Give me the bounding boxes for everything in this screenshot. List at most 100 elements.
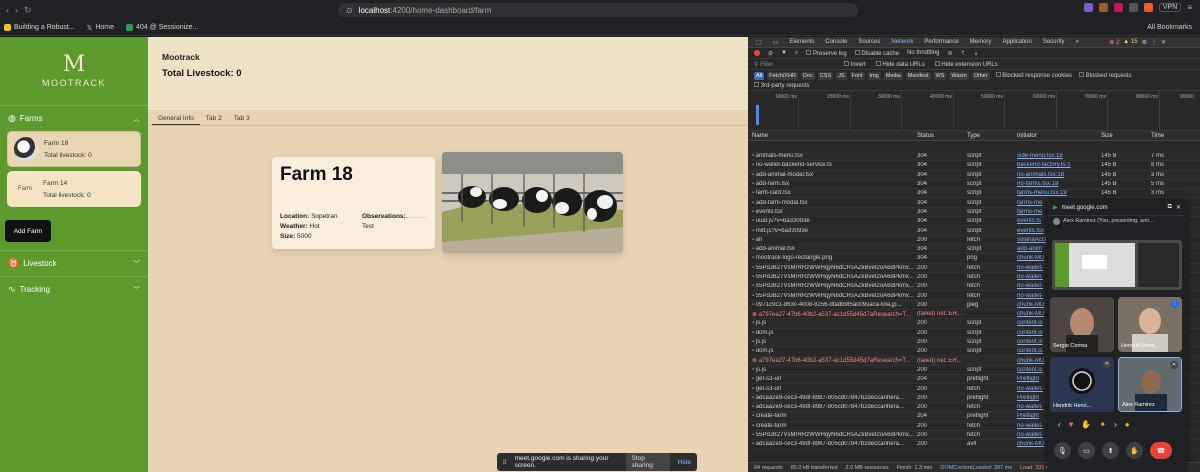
devtools-tab[interactable]: Console bbox=[825, 39, 847, 45]
meet-pip-window[interactable]: ▶ meet.google.com ⧉ ✕ Alex Ramirez (You,… bbox=[1048, 200, 1186, 472]
chip-img[interactable]: Img bbox=[867, 71, 881, 80]
filter-icon[interactable]: ▼ bbox=[781, 50, 787, 56]
devtools-tab[interactable]: Performance bbox=[924, 39, 958, 45]
hide-button[interactable]: Hide bbox=[678, 459, 691, 466]
column-header[interactable]: Status bbox=[917, 133, 967, 139]
network-request-row[interactable]: ▪ animals-menu.tsx 304 script side-menu.tsx… bbox=[748, 152, 1200, 162]
present-icon[interactable]: ⬆ bbox=[1102, 442, 1119, 459]
inspect-icon[interactable]: ⬚ bbox=[756, 39, 762, 46]
extension-icon[interactable] bbox=[1143, 3, 1153, 12]
tab-3[interactable]: Tab 3 bbox=[228, 112, 256, 125]
raise-hand-icon[interactable]: ✋ bbox=[1126, 442, 1143, 459]
close-icon[interactable]: ✕ bbox=[1176, 204, 1181, 211]
clear-icon[interactable]: ⊘ bbox=[768, 50, 773, 57]
request-initiator[interactable]: side-menu.tsx:18 bbox=[1017, 153, 1101, 159]
blocked-cookies-checkbox[interactable]: Blocked response cookies bbox=[995, 72, 1072, 79]
chip-all[interactable]: All bbox=[754, 71, 765, 80]
chip-font[interactable]: Font bbox=[849, 71, 865, 80]
sidebar-section-farms[interactable]: ◍ Farms ︿ bbox=[0, 105, 148, 131]
sidebar-section-livestock[interactable]: ♉ Livestock ﹀ bbox=[0, 250, 148, 276]
address-bar[interactable]: ⊙ localhost:4200/home-dashboard/farm bbox=[338, 3, 858, 17]
reload-icon[interactable]: ↻ bbox=[24, 5, 32, 16]
end-call-icon[interactable]: ☎ bbox=[1150, 442, 1172, 459]
participant-tile[interactable]: Hendrik Henri... ✕ bbox=[1050, 357, 1114, 412]
column-header[interactable]: Time bbox=[1151, 133, 1191, 139]
devtools-tab-network[interactable]: Network bbox=[891, 39, 913, 45]
chip-wasm[interactable]: Wasm bbox=[949, 71, 969, 80]
tab-general-info[interactable]: General Info bbox=[152, 112, 200, 125]
next-icon[interactable]: › bbox=[1114, 420, 1117, 429]
chip-ws[interactable]: WS bbox=[933, 71, 947, 80]
network-request-row[interactable]: ▪ add-animal-modal.tsx 304 script no-animal… bbox=[748, 170, 1200, 180]
participant-tile[interactable]: Alex Ramirez ✕ bbox=[1118, 357, 1182, 412]
chip-js[interactable]: JS bbox=[836, 71, 847, 80]
chip-other[interactable]: Other bbox=[971, 71, 990, 80]
column-header[interactable]: Type bbox=[967, 133, 1017, 139]
menu-icon[interactable]: ≡ bbox=[1187, 3, 1192, 12]
back-to-tab-icon[interactable]: ⧉ bbox=[1168, 204, 1172, 211]
devtools-tab[interactable]: Memory bbox=[970, 39, 992, 45]
request-initiator[interactable]: no-animals.tsx:18 bbox=[1017, 172, 1101, 178]
more-tabs-icon[interactable]: » bbox=[1075, 39, 1078, 45]
more-icon[interactable]: ⋮ bbox=[1151, 39, 1157, 46]
extension-icon[interactable] bbox=[1128, 3, 1138, 12]
bookmark-item[interactable]: 𝕏 Home bbox=[87, 24, 114, 32]
all-bookmarks[interactable]: All Bookmarks bbox=[1147, 24, 1192, 31]
close-icon[interactable]: ✕ bbox=[1161, 39, 1166, 46]
prev-icon[interactable]: ‹ bbox=[1058, 420, 1061, 429]
farm-card-18[interactable]: Farm 18 Total livestock: 0 bbox=[7, 131, 141, 167]
column-header[interactable]: Initiator bbox=[1017, 133, 1101, 139]
chip-fetch[interactable]: Fetch/XHR bbox=[767, 71, 799, 80]
vpn-badge[interactable]: VPN bbox=[1158, 3, 1182, 12]
preserve-log-checkbox[interactable]: Preserve log bbox=[806, 49, 847, 57]
devtools-tab[interactable]: Sources bbox=[858, 39, 880, 45]
farm-card-14[interactable]: Farm Farm 14 Total livestock: 0 bbox=[7, 171, 141, 207]
participant-tile[interactable]: Sergio Correa bbox=[1050, 297, 1114, 352]
forward-icon[interactable]: › bbox=[15, 5, 18, 16]
bookmark-item[interactable]: Building a Robust... bbox=[4, 24, 75, 31]
third-party-checkbox[interactable]: 3rd-party requests bbox=[754, 82, 809, 89]
thumbs-up-reaction-icon[interactable]: ✋ bbox=[1081, 420, 1091, 429]
chip-media[interactable]: Media bbox=[883, 71, 903, 80]
search-icon[interactable]: ⌕ bbox=[795, 50, 798, 57]
request-initiator[interactable]: backend-factory.ts:1 bbox=[1017, 162, 1101, 168]
mic-icon[interactable]: 🎙 bbox=[1054, 442, 1071, 459]
devtools-tab[interactable]: Elements bbox=[789, 39, 814, 45]
chip-doc[interactable]: Doc bbox=[801, 71, 815, 80]
participant-tile[interactable]: Hendrik Henri... ⁞ bbox=[1118, 297, 1182, 352]
wifi-icon[interactable]: ≋ bbox=[947, 50, 952, 57]
column-header[interactable]: Name bbox=[752, 133, 917, 139]
disable-cache-checkbox[interactable]: Disable cache bbox=[854, 49, 899, 57]
extension-icon[interactable] bbox=[1098, 3, 1108, 12]
back-icon[interactable]: ‹ bbox=[6, 5, 9, 16]
heart-reaction-icon[interactable]: ♥ bbox=[1069, 420, 1074, 429]
sidebar-section-tracking[interactable]: ∿ Tracking ﹀ bbox=[0, 276, 148, 302]
site-info-icon[interactable]: ⊙ bbox=[346, 6, 353, 15]
throttling-select[interactable]: No throttling bbox=[907, 50, 939, 56]
network-request-row[interactable]: ▪ no-wallet-backend-service.ts 304 script b… bbox=[748, 161, 1200, 171]
issue-counters[interactable]: ⊗ 2 ▲ 15 ⚙ ⋮ ✕ bbox=[1109, 39, 1166, 46]
network-timeline[interactable]: 10000 ms 20000 ms 30000 ms 40000 ms 5000… bbox=[748, 91, 1200, 131]
device-toggle-icon[interactable]: ▭ bbox=[773, 39, 779, 46]
blocked-requests-checkbox[interactable]: Blocked requests bbox=[1078, 72, 1132, 79]
chip-manifest[interactable]: Manifest bbox=[905, 71, 931, 80]
devtools-tab[interactable]: Application bbox=[1002, 39, 1031, 45]
request-initiator[interactable]: no-farms.tsx:18 bbox=[1017, 181, 1101, 187]
network-request-row[interactable]: ▪ add-farm.tsx 304 script no-farms.tsx:18 14… bbox=[748, 180, 1200, 190]
request-initiator[interactable]: farms-menu.tsx:19 bbox=[1017, 190, 1101, 196]
invert-checkbox[interactable]: Invert bbox=[844, 60, 866, 68]
extension-icon[interactable] bbox=[1083, 3, 1093, 12]
share-grip-icon[interactable]: ⁞⁞ bbox=[503, 459, 507, 466]
network-request-row[interactable]: ▪ farm-card.tsx 304 script farms-menu.tsx:1… bbox=[748, 189, 1200, 199]
download-icon[interactable]: ⇣ bbox=[974, 50, 979, 57]
tab-2[interactable]: Tab 2 bbox=[200, 112, 228, 125]
settings-icon[interactable]: ⚙ bbox=[1142, 39, 1147, 46]
party-reaction-icon[interactable]: ✦ bbox=[1099, 420, 1106, 429]
bookmark-item[interactable]: 404 @ Sessionize... bbox=[126, 24, 198, 31]
extension-icon[interactable] bbox=[1113, 3, 1123, 12]
add-farm-button[interactable]: Add Farm bbox=[5, 220, 51, 242]
filter-input[interactable]: ⚲ Filter bbox=[754, 61, 834, 68]
emoji-icon[interactable]: ● bbox=[1125, 420, 1130, 429]
camera-icon[interactable]: ▭ bbox=[1078, 442, 1095, 459]
stop-sharing-button[interactable]: Stop sharing bbox=[625, 453, 670, 471]
